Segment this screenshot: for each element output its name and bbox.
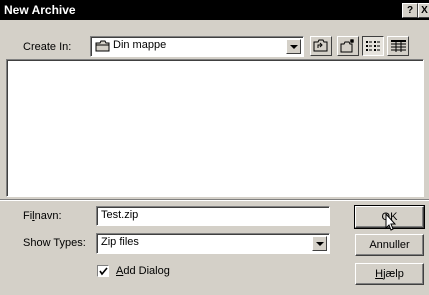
separator: [0, 199, 429, 201]
checkmark-icon: [99, 267, 108, 276]
up-folder-icon: [313, 39, 328, 52]
list-view-button[interactable]: [362, 36, 384, 56]
up-folder-button[interactable]: [310, 36, 332, 56]
cancel-button[interactable]: Annuller: [355, 234, 424, 256]
show-types-label: Show Types:: [23, 237, 86, 249]
create-in-dropdown-button[interactable]: [286, 39, 301, 54]
new-folder-icon: [340, 39, 354, 53]
details-view-icon: [391, 40, 406, 52]
window-title: New Archive: [4, 3, 76, 17]
create-in-value: Din mappe: [113, 39, 167, 51]
folder-icon: [95, 40, 110, 52]
add-dialog-checkbox[interactable]: [97, 265, 109, 277]
file-list[interactable]: [6, 59, 424, 197]
filename-label: Filnavn:: [23, 210, 62, 222]
filename-input[interactable]: Test.zip: [96, 206, 330, 226]
show-types-dropdown-button[interactable]: [312, 236, 327, 251]
add-dialog-label: Add Dialog: [116, 265, 170, 277]
filename-value: Test.zip: [101, 209, 139, 221]
mouse-cursor-icon: [385, 213, 397, 231]
show-types-value: Zip files: [101, 236, 139, 248]
create-in-label: Create In:: [23, 41, 72, 53]
create-in-combobox[interactable]: Din mappe: [90, 36, 304, 57]
show-types-combobox[interactable]: Zip files: [96, 233, 330, 254]
help-button[interactable]: Hjælp: [355, 263, 424, 285]
close-title-button[interactable]: X: [418, 3, 429, 18]
help-title-button[interactable]: ?: [402, 3, 418, 18]
list-view-icon: [366, 41, 380, 51]
details-view-button[interactable]: [387, 36, 409, 56]
new-archive-dialog: New Archive ? X Create In: Din mappe Fil…: [0, 0, 429, 295]
title-bar: New Archive ? X: [0, 0, 429, 20]
new-folder-button[interactable]: [337, 36, 359, 56]
